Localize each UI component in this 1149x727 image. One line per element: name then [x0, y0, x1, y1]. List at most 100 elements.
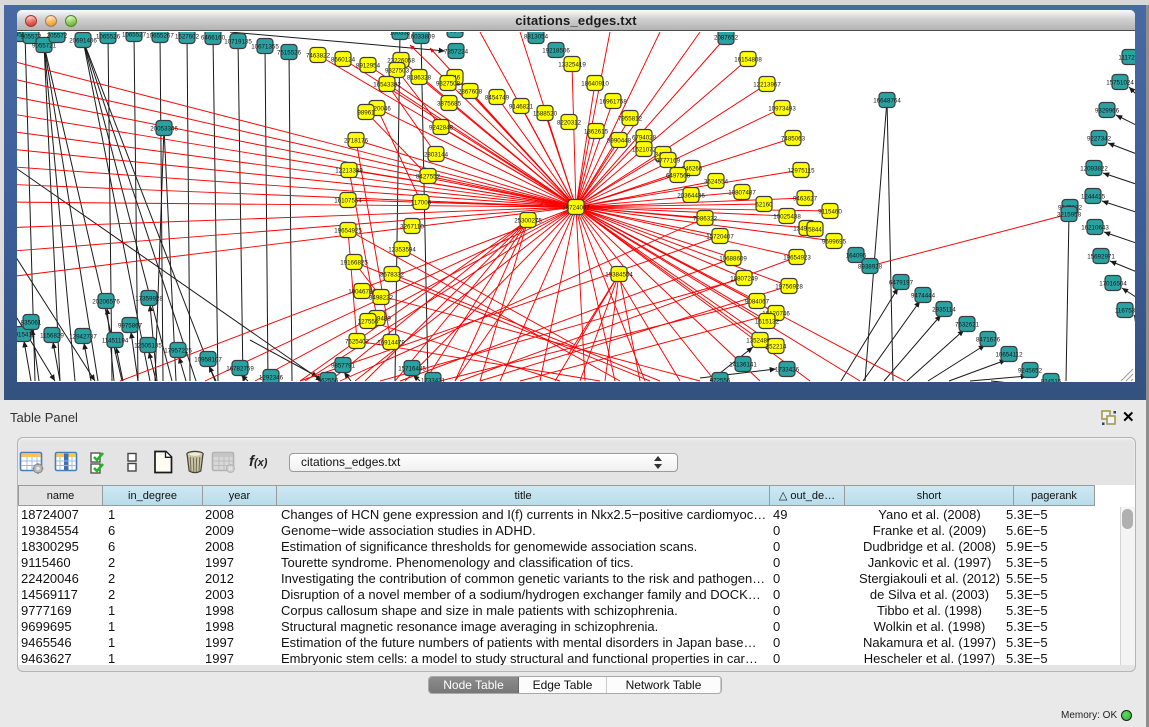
svg-text:7485063: 7485063: [781, 136, 806, 143]
svg-text:19166825: 19166825: [340, 260, 368, 267]
svg-text:9699695: 9699695: [822, 239, 847, 246]
svg-text:835061: 835061: [21, 320, 42, 327]
svg-text:127556: 127556: [358, 319, 379, 326]
svg-text:17016504: 17016504: [1099, 281, 1127, 288]
svg-text:20206576: 20206576: [92, 299, 120, 306]
svg-text:7632621: 7632621: [955, 322, 980, 329]
svg-text:1733426: 1733426: [775, 367, 800, 374]
svg-text:9242848: 9242848: [429, 125, 454, 132]
svg-text:10671355: 10671355: [251, 44, 279, 51]
svg-text:16543382: 16543382: [373, 82, 401, 89]
svg-text:7625402: 7625402: [345, 339, 370, 346]
svg-text:1588520: 1588520: [533, 111, 558, 118]
svg-text:8813054: 8813054: [524, 34, 549, 41]
svg-text:10655267: 10655267: [146, 33, 174, 40]
svg-text:62160: 62160: [755, 202, 773, 209]
svg-text:12975115: 12975115: [787, 168, 815, 175]
svg-text:6794028: 6794028: [632, 135, 657, 142]
svg-text:7955812: 7955812: [618, 116, 643, 123]
svg-text:116753: 116753: [1115, 308, 1135, 315]
svg-text:20691406: 20691406: [69, 38, 97, 45]
svg-text:15692971: 15692971: [1087, 254, 1115, 261]
svg-text:9975867: 9975867: [118, 323, 143, 330]
svg-text:17359928: 17359928: [135, 296, 163, 303]
svg-text:16154808: 16154808: [734, 57, 762, 64]
svg-text:9146821: 9146821: [509, 104, 534, 111]
svg-text:8938928: 8938928: [858, 264, 883, 271]
svg-text:16210643: 16210643: [1081, 225, 1109, 232]
svg-text:2718176: 2718176: [344, 138, 369, 145]
svg-text:962556: 962556: [318, 378, 339, 383]
svg-text:16107554: 16107554: [334, 198, 362, 205]
svg-text:7515526: 7515526: [277, 50, 302, 57]
svg-text:16648764: 16648764: [873, 98, 901, 105]
svg-text:13325419: 13325419: [558, 62, 586, 69]
svg-text:10025438: 10025438: [773, 214, 801, 221]
svg-text:19654925: 19654925: [334, 228, 362, 235]
svg-text:9777169: 9777169: [656, 158, 681, 165]
svg-text:12505135: 12505135: [134, 343, 162, 350]
svg-text:1244415: 1244415: [1081, 194, 1106, 201]
svg-text:12213967: 12213967: [753, 82, 781, 89]
svg-text:8912954: 8912954: [356, 63, 381, 70]
svg-text:1156829: 1156829: [40, 333, 64, 340]
svg-text:16914479: 16914479: [377, 340, 405, 347]
svg-text:7357224: 7357224: [444, 49, 469, 56]
svg-text:3875685: 3875685: [437, 101, 462, 108]
svg-text:252214: 252214: [766, 344, 787, 351]
svg-text:2087652: 2087652: [714, 35, 739, 42]
svg-text:10973493: 10973493: [768, 106, 796, 113]
svg-text:19654923: 19654923: [783, 255, 811, 262]
svg-text:1065527: 1065527: [122, 32, 147, 39]
svg-text:20053346: 20053346: [150, 126, 178, 133]
svg-text:3215958: 3215958: [1057, 212, 1082, 219]
svg-text:2935114: 2935114: [932, 307, 956, 314]
svg-text:3498222: 3498222: [369, 295, 394, 302]
svg-text:9055721: 9055721: [32, 43, 57, 50]
svg-text:9084067: 9084067: [745, 299, 770, 306]
svg-text:18640910: 18640910: [581, 81, 609, 88]
svg-text:924515: 924515: [1041, 379, 1062, 383]
svg-text:12213389: 12213389: [335, 168, 363, 175]
svg-text:15751024: 15751024: [1106, 80, 1134, 87]
svg-text:8660124: 8660124: [331, 57, 356, 64]
svg-text:10719135: 10719135: [224, 39, 252, 46]
svg-text:1065526: 1065526: [96, 34, 121, 41]
svg-text:73572: 73572: [446, 32, 464, 35]
svg-text:5844: 5844: [808, 227, 822, 234]
svg-text:19218506: 19218506: [542, 48, 570, 55]
svg-text:12093822: 12093822: [1080, 166, 1108, 173]
svg-text:10807487: 10807487: [728, 190, 756, 197]
svg-text:8678332: 8678332: [380, 272, 405, 279]
svg-text:25300275: 25300275: [514, 218, 542, 225]
svg-text:7463822: 7463822: [306, 53, 331, 60]
svg-text:8990448: 8990448: [607, 138, 632, 145]
svg-text:1362615: 1362615: [584, 129, 609, 136]
svg-text:10688609: 10688609: [719, 256, 747, 263]
svg-text:6497568: 6497568: [666, 173, 691, 180]
svg-text:1527602: 1527602: [175, 34, 200, 41]
svg-text:15720407: 15720407: [706, 234, 734, 241]
svg-text:2867608: 2867608: [458, 89, 483, 96]
svg-text:16961758: 16961758: [599, 99, 627, 106]
svg-text:3915411: 3915411: [17, 332, 35, 339]
svg-text:98961: 98961: [357, 110, 375, 117]
svg-text:19756928: 19756928: [775, 284, 803, 291]
svg-text:9474444: 9474444: [911, 293, 936, 300]
svg-text:9329966: 9329966: [1095, 108, 1120, 115]
svg-text:8454749: 8454749: [485, 95, 510, 102]
svg-text:8186328: 8186328: [407, 75, 432, 82]
svg-text:12353594: 12353594: [388, 247, 416, 254]
svg-text:9857791: 9857791: [331, 363, 356, 370]
svg-text:11451194: 11451194: [102, 338, 129, 345]
svg-text:9463627: 9463627: [793, 196, 818, 203]
svg-text:9327508: 9327508: [436, 81, 461, 88]
svg-text:8427552: 8427552: [416, 174, 441, 181]
svg-text:1615132: 1615132: [755, 319, 780, 326]
svg-text:9115460: 9115460: [818, 209, 842, 216]
svg-text:12942737: 12942737: [69, 334, 97, 341]
svg-text:20364436: 20364436: [677, 193, 705, 200]
svg-text:10654112: 10654112: [995, 352, 1023, 359]
svg-text:205572: 205572: [47, 33, 68, 40]
svg-text:2803144: 2803144: [424, 152, 449, 159]
